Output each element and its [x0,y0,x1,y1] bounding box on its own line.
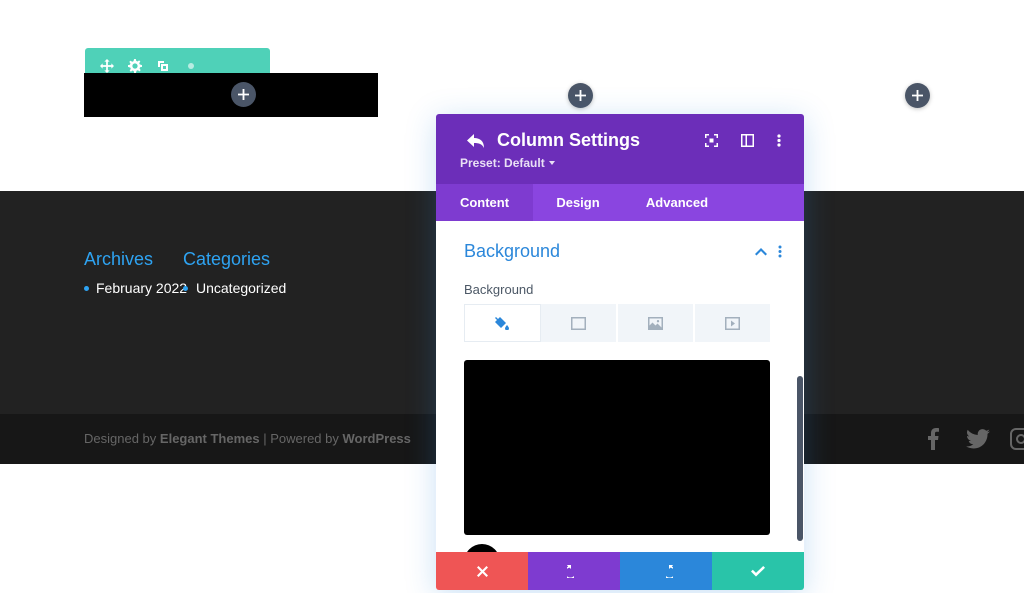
page: Archives Categories February 2022 Uncate… [0,0,1024,593]
credits-theme-link[interactable]: Elegant Themes [160,431,260,446]
preset-dropdown[interactable]: Preset: Default [460,156,555,170]
list-item-archive[interactable]: February 2022 [84,280,187,296]
category-link[interactable]: Uncategorized [196,280,286,296]
video-icon [725,316,740,330]
undo-button[interactable] [528,552,620,590]
credits-separator: | Powered by [263,431,339,446]
bg-tab-image[interactable] [618,304,695,342]
twitter-icon[interactable] [966,426,990,452]
more-icon[interactable] [183,58,199,74]
save-button[interactable] [712,552,804,590]
plus-icon [575,90,586,101]
tab-content[interactable]: Content [436,184,533,221]
credits-platform-link[interactable]: WordPress [343,431,411,446]
widget-title-archives: Archives [84,249,154,269]
modal-action-bar [436,552,804,590]
bullet [183,285,188,291]
modal-body: Background Background [436,221,804,552]
plus-icon [238,89,249,100]
facebook-icon[interactable] [927,426,939,452]
section-title-background[interactable]: Background [464,241,560,262]
tab-design[interactable]: Design [533,184,623,221]
paint-bucket-icon [495,316,509,330]
add-module-button-2[interactable] [568,83,593,108]
cancel-button[interactable] [436,552,528,590]
plus-icon [912,90,923,101]
redo-button[interactable] [620,552,712,590]
current-color-swatch[interactable] [464,544,500,552]
bullet [84,285,89,291]
background-field-label: Background [464,282,534,297]
background-color-preview[interactable] [464,360,770,535]
fullscreen-icon[interactable] [703,132,719,148]
section-more-icon[interactable] [778,245,784,259]
close-icon [476,565,488,577]
gear-icon[interactable] [127,58,143,74]
move-icon[interactable] [99,58,115,74]
gradient-icon [571,316,586,330]
bg-tab-color[interactable] [464,304,541,342]
more-options-icon[interactable] [771,132,787,148]
archive-link[interactable]: February 2022 [96,280,187,296]
widget-title-categories: Categories [183,249,271,269]
undo-icon [567,565,574,578]
modal-scrollbar[interactable] [797,376,803,541]
credits-designed-by: Designed by [84,431,157,446]
settings-tabs: Content Design Advanced [436,184,804,221]
modal-title: Column Settings [497,130,640,150]
split-view-icon[interactable] [739,132,755,148]
add-module-button[interactable] [231,82,256,107]
preset-label: Preset: Default [460,156,545,170]
image-icon [648,316,663,330]
chevron-up-icon[interactable] [754,245,768,259]
color-swatch-row [464,544,770,552]
bg-tab-gradient[interactable] [541,304,618,342]
footer-credits: Designed by Elegant Themes | Powered by … [84,431,411,446]
bg-tab-video[interactable] [695,304,770,342]
instagram-icon[interactable] [1010,426,1024,452]
tab-advanced[interactable]: Advanced [623,184,731,221]
add-module-button-3[interactable] [905,83,930,108]
caret-down-icon [548,161,555,165]
column-settings-modal: Column Settings Preset: Default Content … [436,114,804,590]
modal-header: Column Settings Preset: Default [436,114,804,184]
redo-icon [666,565,673,578]
list-item-category[interactable]: Uncategorized [183,280,286,296]
checkmark-icon [751,565,765,576]
background-type-tabs [464,304,770,342]
back-arrow-icon[interactable] [464,130,486,152]
duplicate-icon[interactable] [155,58,171,74]
